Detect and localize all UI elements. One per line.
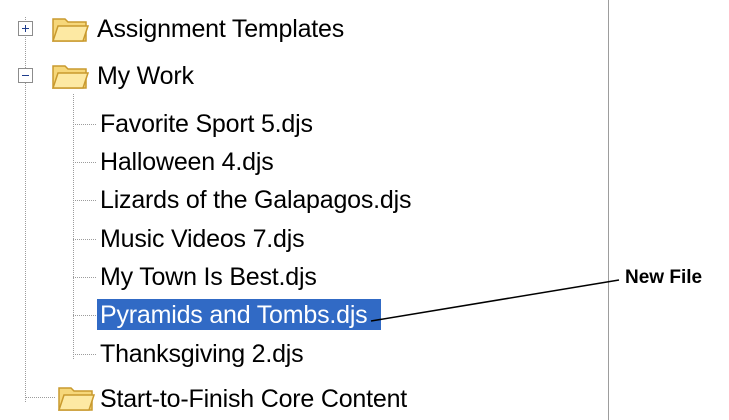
callout-pointer-line — [370, 279, 620, 322]
callout-label: New File — [625, 267, 703, 288]
